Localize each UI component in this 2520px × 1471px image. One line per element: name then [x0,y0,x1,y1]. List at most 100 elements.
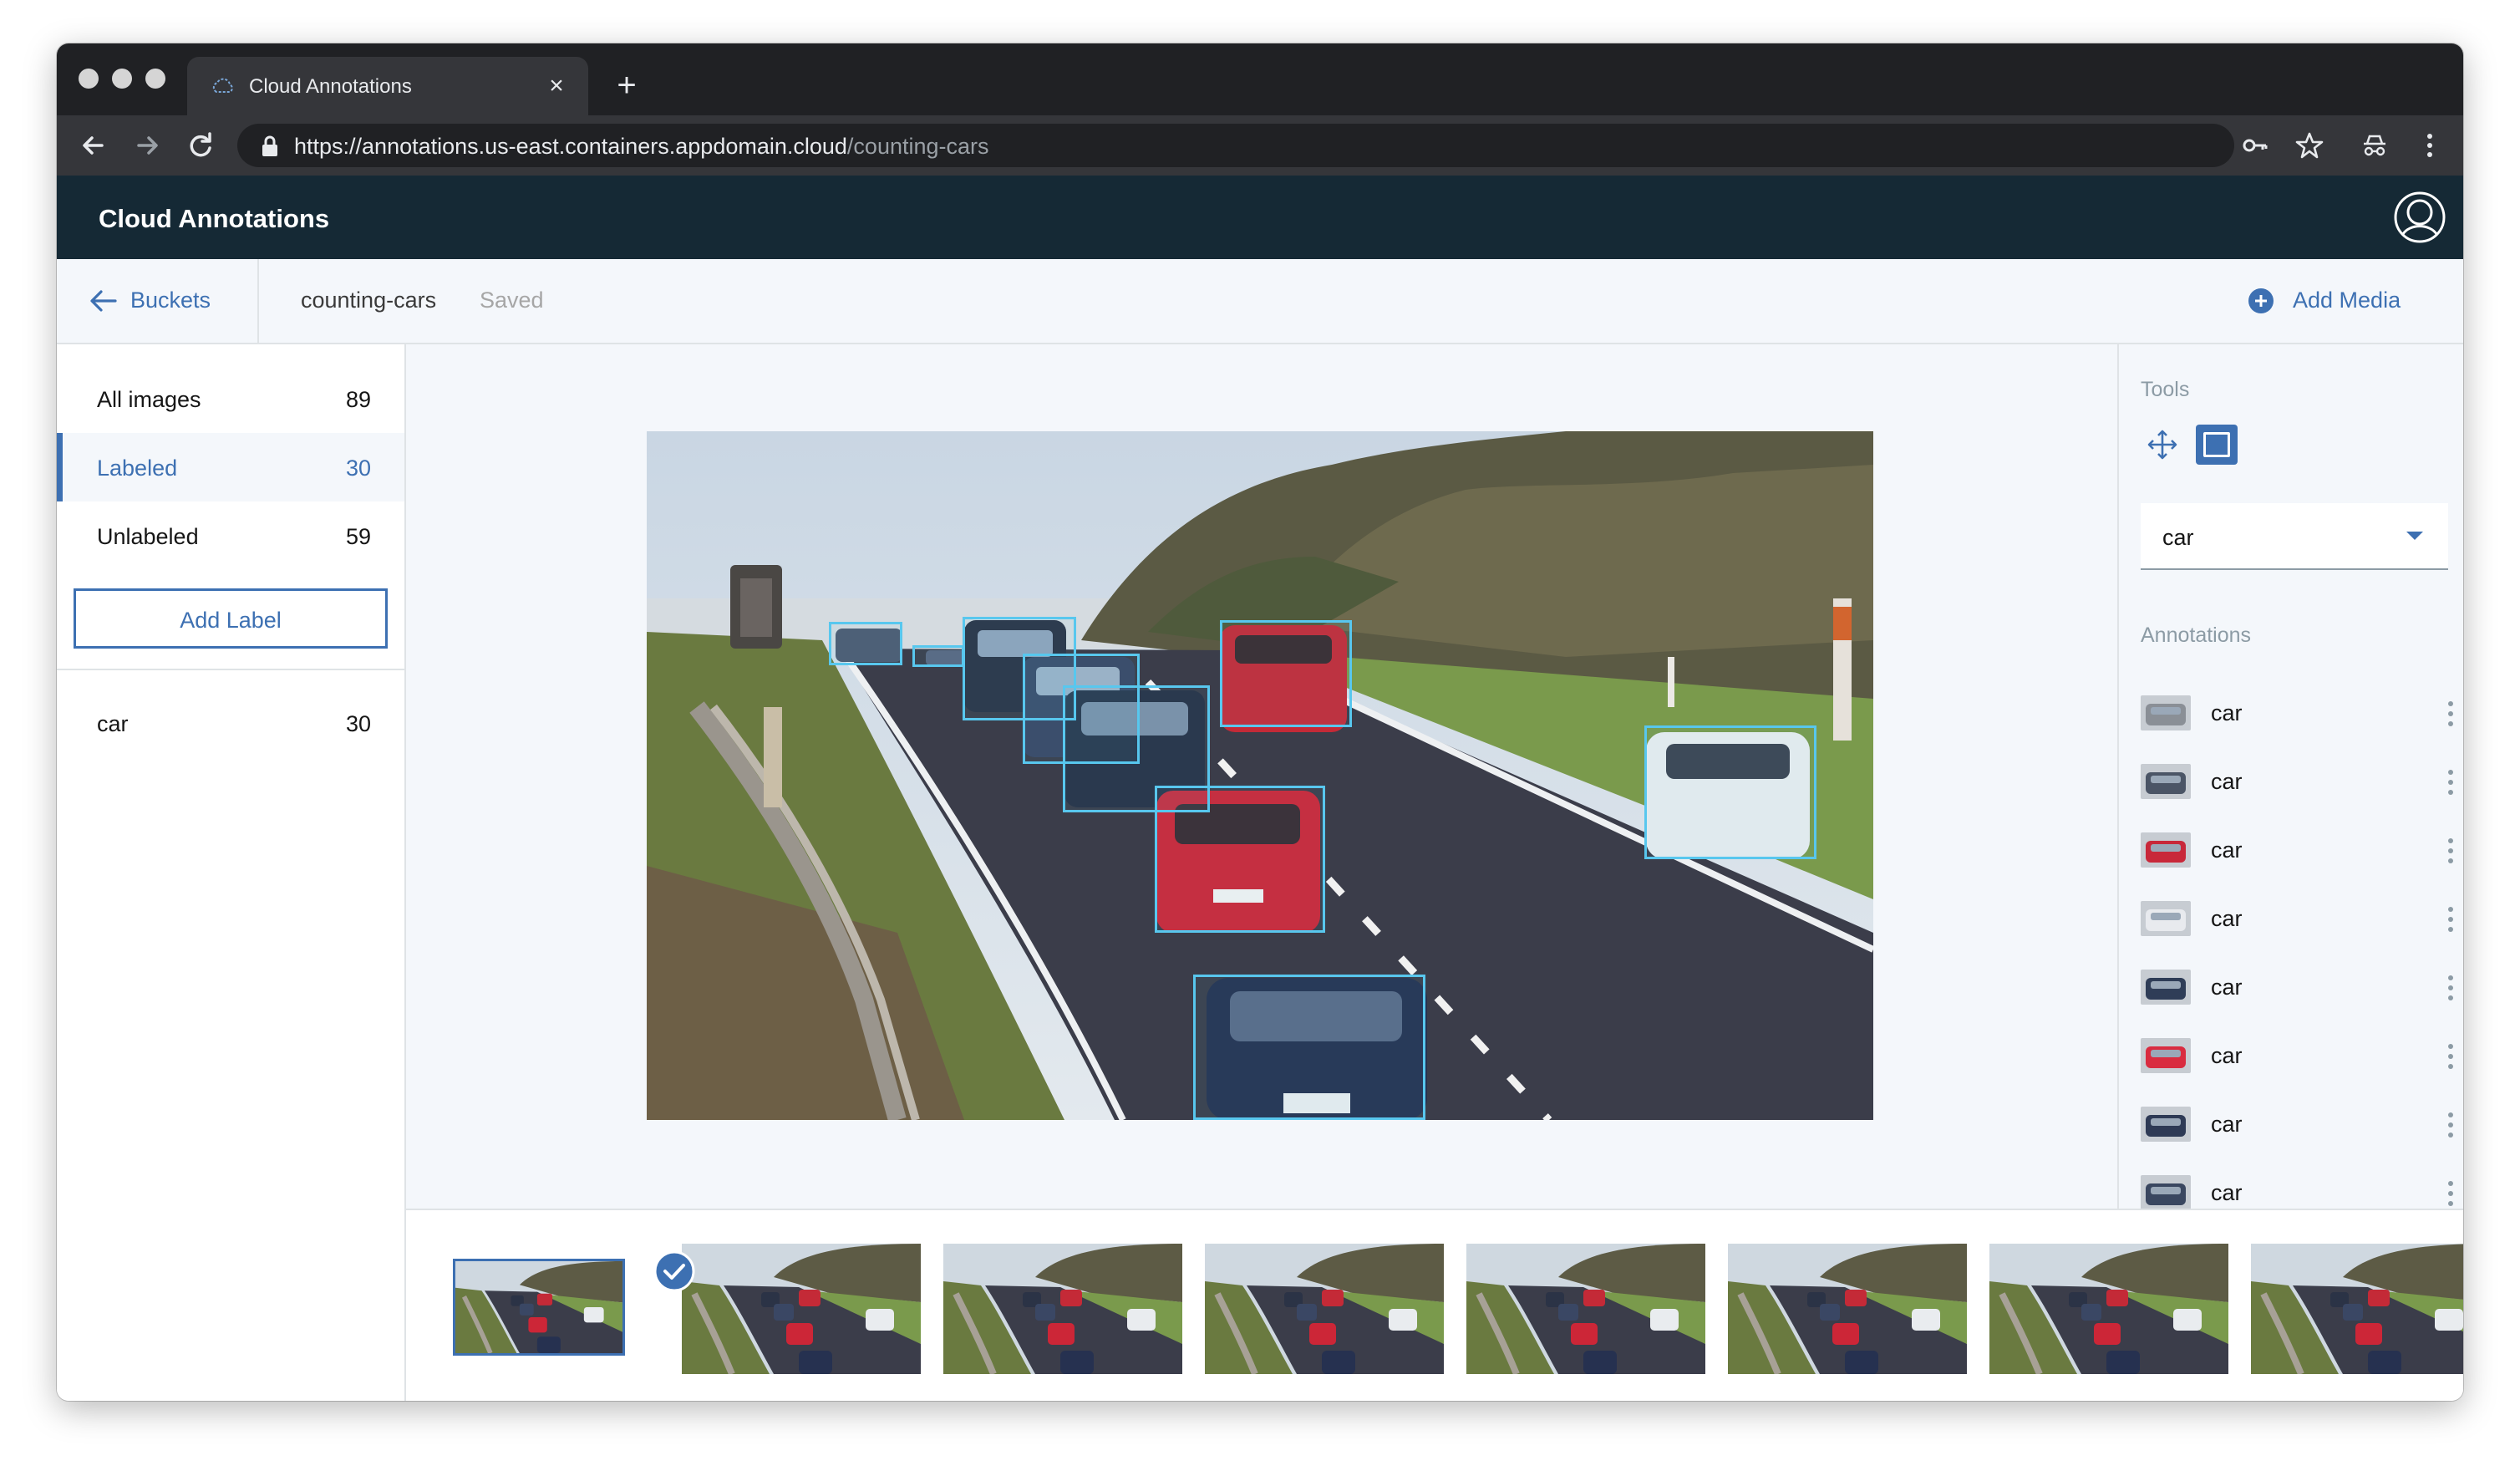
filmstrip-thumbnail[interactable] [453,1259,625,1356]
annotation-label: car [2211,837,2243,863]
annotation-label: car [2211,1112,2243,1137]
annotation-thumbnail [2141,970,2191,1005]
reload-icon[interactable] [180,125,221,165]
annotation-thumbnail [2141,1107,2191,1142]
move-tool-icon[interactable] [2144,426,2181,463]
tools-panel: Tools car Annotations car car car car car car… [2117,344,2463,1209]
filmstrip-thumbnail[interactable] [1989,1244,2228,1374]
tab-title: Cloud Annotations [249,75,412,98]
annotation-row[interactable]: car [2119,1021,2463,1090]
filter-label: All images [97,387,201,412]
minimize-window-button[interactable] [112,69,132,89]
filter-all-images[interactable]: All images 89 [57,364,404,433]
back-label: Buckets [130,288,211,313]
annotation-image[interactable] [647,431,1873,1120]
user-avatar-icon[interactable] [2393,191,2446,244]
overflow-menu-icon[interactable] [2445,1040,2456,1073]
key-icon[interactable] [2238,127,2274,164]
annotation-thumbnail [2141,1038,2191,1073]
annotation-row[interactable]: car [2119,679,2463,747]
cloud-annotations-favicon-icon [212,78,233,93]
add-media-button[interactable]: Add Media [2248,284,2423,318]
overflow-menu-icon[interactable] [2445,903,2456,936]
save-status: Saved [480,288,544,313]
image-filmstrip [406,1209,2463,1401]
bucket-bar: Buckets counting-cars Saved Add Media [57,259,2463,344]
url-text: https://annotations.us-east.containers.a… [294,134,989,160]
bounding-box-car[interactable] [1193,975,1425,1120]
annotation-row[interactable]: car [2119,953,2463,1021]
browser-toolbar: https://annotations.us-east.containers.a… [57,115,2463,176]
filmstrip-thumbnail[interactable] [1466,1244,1705,1374]
back-arrow-icon[interactable] [74,125,114,165]
label-dropdown[interactable]: car [2141,503,2448,570]
new-tab-plus-icon[interactable]: + [608,69,645,105]
filter-label: Labeled [97,456,178,481]
annotation-row[interactable]: car [2119,747,2463,816]
filter-labeled[interactable]: Labeled 30 [57,433,404,501]
lock-icon [262,135,277,156]
address-bar[interactable]: https://annotations.us-east.containers.a… [237,124,2234,167]
label-count: 30 [345,711,371,736]
url-host: https://annotations.us-east.containers.a… [294,134,847,159]
annotation-thumbnail [2141,695,2191,730]
overflow-menu-icon[interactable] [2445,766,2456,799]
bounding-box-car[interactable] [912,645,964,667]
filter-unlabeled[interactable]: Unlabeled 59 [57,501,404,570]
forward-arrow-icon[interactable] [127,125,167,165]
app-title: Cloud Annotations [99,204,330,233]
label-sidebar: All images 89 Labeled 30 Unlabeled 59 Ad… [57,344,406,1401]
back-to-buckets-button[interactable]: Buckets [57,259,259,343]
add-label-button[interactable]: Add Label [74,588,388,649]
incognito-icon[interactable] [2356,127,2393,164]
star-bookmark-icon[interactable] [2291,127,2328,164]
more-vertical-icon[interactable] [2411,127,2448,164]
close-window-button[interactable] [79,69,99,89]
filmstrip-thumbnail[interactable] [682,1244,921,1374]
annotation-label: car [2211,700,2243,725]
annotation-label: car [2211,769,2243,794]
annotation-label: car [2211,975,2243,1000]
browser-window: Cloud Annotations × + https://annotation… [57,43,2463,1401]
sidebar-divider [57,669,404,670]
checkmark-selected-icon [653,1250,695,1292]
overflow-menu-icon[interactable] [2445,1108,2456,1142]
overflow-menu-icon[interactable] [2445,971,2456,1005]
annotation-label: car [2211,1043,2243,1068]
annotation-label: car [2211,1180,2243,1205]
app-header: Cloud Annotations [57,176,2463,259]
add-circle-icon [2248,288,2274,313]
browser-tab-strip: Cloud Annotations × + [57,43,2463,115]
filter-label: Unlabeled [97,524,199,549]
annotation-thumbnail [2141,832,2191,868]
filter-count: 89 [345,387,371,412]
bounding-box-car[interactable] [1155,786,1325,933]
bounding-box-car[interactable] [1220,620,1352,727]
bounding-box-car[interactable] [1644,725,1816,859]
annotation-row[interactable]: car [2119,816,2463,884]
annotation-row[interactable]: car [2119,1090,2463,1158]
filmstrip-thumbnail[interactable] [1205,1244,1444,1374]
tab-close-icon[interactable]: × [540,69,573,103]
browser-tab[interactable]: Cloud Annotations × [187,57,588,115]
bucket-name: counting-cars [301,288,437,313]
annotation-thumbnail [2141,1175,2191,1209]
maximize-window-button[interactable] [145,69,165,89]
overflow-menu-icon[interactable] [2445,834,2456,868]
filmstrip-thumbnail[interactable] [2251,1244,2463,1374]
bounding-box-tool-icon[interactable] [2196,425,2238,465]
annotations-heading: Annotations [2141,624,2252,647]
overflow-menu-icon[interactable] [2445,697,2456,730]
filmstrip-thumbnail[interactable] [943,1244,1182,1374]
caret-down-icon [2406,532,2423,540]
label-row-car[interactable]: car 30 [57,689,404,757]
annotation-row[interactable]: car [2119,884,2463,953]
annotation-row[interactable]: car [2119,1158,2463,1209]
label-dropdown-value: car [2162,525,2194,550]
filter-count: 30 [345,456,371,481]
bounding-box-car[interactable] [829,622,902,665]
annotation-canvas-area [406,344,2117,1209]
filmstrip-thumbnail[interactable] [1728,1244,1967,1374]
arrow-left-icon [90,290,117,312]
overflow-menu-icon[interactable] [2445,1177,2456,1209]
